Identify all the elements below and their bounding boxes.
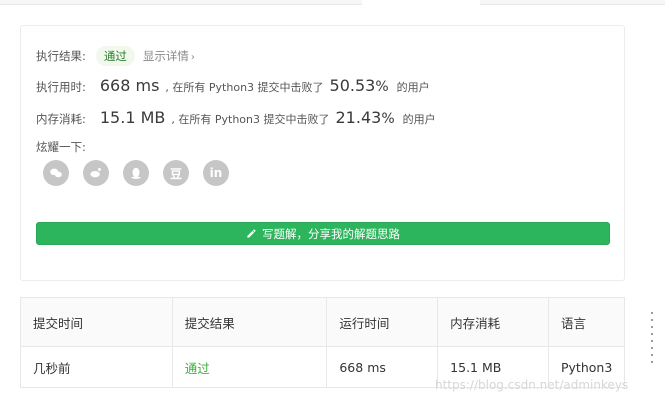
watermark: https://blog.csdn.net/adminkeys [435,378,629,392]
qq-icon [131,167,141,179]
tab-strip-right [480,0,665,5]
weibo-share-button[interactable] [83,160,109,186]
douban-icon: 豆 [169,166,182,181]
show-details-label: 显示详情 [142,49,189,63]
header-language: 语言 [548,297,625,347]
header-runtime: 运行时间 [326,297,439,347]
runtime-beat-text: , 在所有 Python3 提交中击败了 [165,81,324,94]
status-badge: 通过 [95,46,135,66]
write-solution-button[interactable]: 写题解，分享我的解题思路 [36,222,610,245]
wechat-icon [50,168,62,178]
share-label-row: 炫耀一下: [36,139,86,155]
share-label: 炫耀一下: [36,140,86,154]
top-tab-strip [0,0,665,6]
runtime-percent: 50.53 [329,76,376,95]
wechat-share-button[interactable] [43,160,69,186]
memory-beat-text: , 在所有 Python3 提交中击败了 [171,113,330,126]
table-header-row: 提交时间 提交结果 运行时间 内存消耗 语言 [20,297,625,347]
runtime-row: 执行用时: 668 ms , 在所有 Python3 提交中击败了 50.53%… [36,76,430,95]
memory-value: 15.1 MB [99,108,166,127]
pencil-icon [247,229,256,238]
memory-percent: 21.43 [335,108,382,127]
memory-percent-unit: % [381,111,395,127]
runtime-percent-unit: % [375,79,389,95]
scrollbar-grip[interactable] [651,312,655,368]
submissions-table: 提交时间 提交结果 运行时间 内存消耗 语言 几秒前 通过 668 ms 15.… [20,297,625,388]
header-submit-time: 提交时间 [20,297,173,347]
header-memory: 内存消耗 [437,297,549,347]
write-solution-label: 写题解，分享我的解题思路 [262,226,400,241]
qq-share-button[interactable] [123,160,149,186]
linkedin-share-button[interactable]: in [203,160,229,186]
header-submit-result: 提交结果 [171,297,328,347]
runtime-label: 执行用时: [36,80,86,94]
chevron-right-icon: › [190,52,195,63]
status-row: 执行结果: 通过 显示详情 › [36,46,195,66]
tab-strip-left [0,0,362,5]
share-buttons: 豆 in [43,160,229,186]
weibo-icon [90,168,101,178]
memory-suffix: 的用户 [402,113,436,126]
cell-submit-time: 几秒前 [20,346,173,388]
runtime-value: 668 ms [99,76,160,95]
douban-share-button[interactable]: 豆 [163,160,189,186]
memory-row: 内存消耗: 15.1 MB , 在所有 Python3 提交中击败了 21.43… [36,108,436,127]
linkedin-icon: in [209,166,223,180]
cell-runtime: 668 ms [326,346,439,388]
result-card: 执行结果: 通过 显示详情 › 执行用时: 668 ms , 在所有 Python… [20,25,625,281]
show-details-link[interactable]: 显示详情 › [143,48,195,64]
memory-label: 内存消耗: [36,112,86,126]
runtime-suffix: 的用户 [396,81,430,94]
cell-submit-result-link[interactable]: 通过 [171,346,328,388]
status-label: 执行结果: [36,49,86,63]
